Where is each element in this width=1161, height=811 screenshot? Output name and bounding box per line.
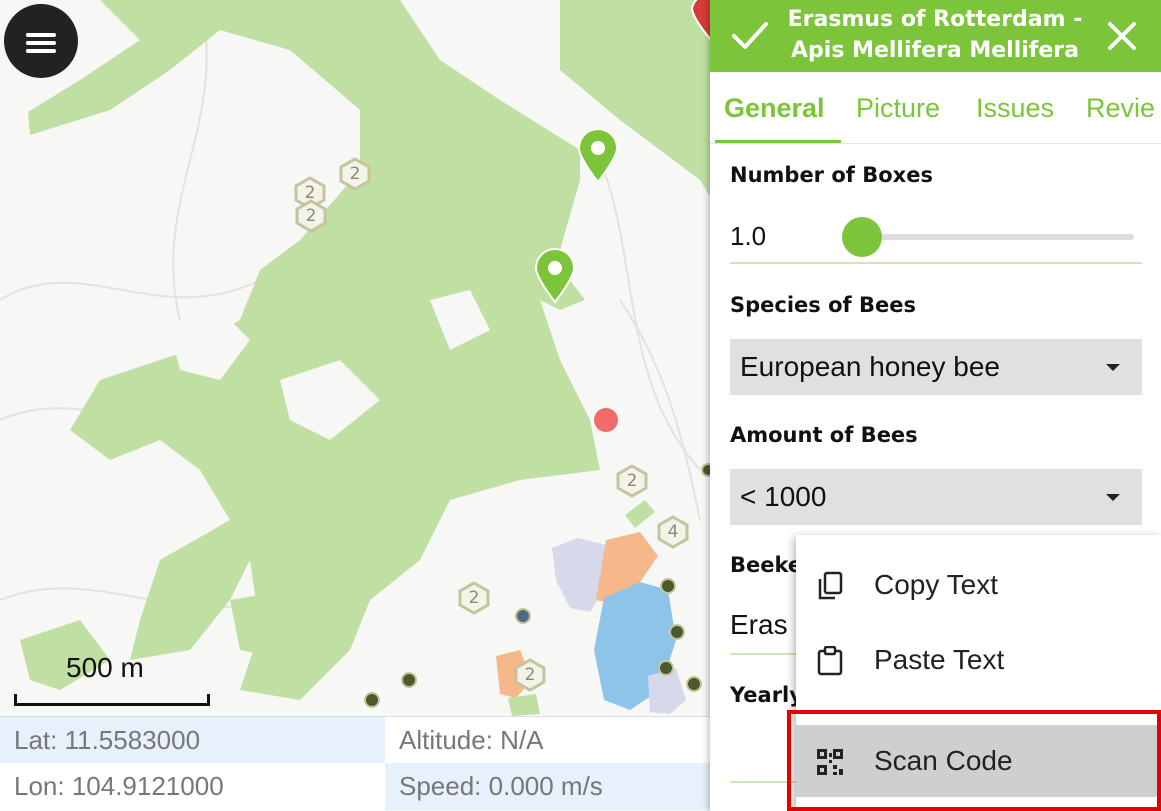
tab-general[interactable]: General: [724, 72, 825, 143]
cluster-marker[interactable]: 2: [513, 658, 547, 692]
boxes-label: Number of Boxes: [730, 163, 933, 187]
chevron-down-icon: [1106, 364, 1120, 371]
panel-title: Erasmus of Rotterdam - Apis Mellifera Me…: [780, 4, 1090, 66]
copy-icon: [816, 571, 844, 601]
species-select[interactable]: European honey bee: [730, 339, 1142, 395]
cluster-marker[interactable]: 2: [457, 581, 491, 615]
close-icon[interactable]: [1102, 16, 1142, 56]
copy-text-label: Copy Text: [874, 569, 998, 600]
cluster-marker[interactable]: 2: [615, 464, 649, 498]
altitude-readout: Altitude: N/A: [385, 716, 712, 763]
tab-issues[interactable]: Issues: [976, 72, 1054, 143]
species-label: Species of Bees: [730, 293, 916, 317]
text-context-menu: Copy Text Paste Text Scan Code: [796, 535, 1161, 811]
map-pin-icon[interactable]: [577, 128, 619, 184]
cluster-count: 2: [468, 588, 480, 608]
species-value: European honey bee: [740, 351, 1000, 382]
paste-text-item[interactable]: Paste Text: [796, 624, 1161, 696]
scale-label: 500 m: [66, 652, 144, 683]
cluster-marker[interactable]: 4: [656, 515, 690, 549]
cluster-marker[interactable]: 2: [338, 157, 372, 191]
tab-picture[interactable]: Picture: [856, 72, 940, 143]
chevron-down-icon: [1106, 494, 1120, 501]
longitude-readout: Lon: 104.9121000: [0, 763, 385, 810]
speed-readout: Speed: 0.000 m/s: [385, 763, 712, 810]
qr-code-icon: [816, 747, 844, 777]
yearly-label: Yearly: [730, 683, 803, 707]
copy-text-item[interactable]: Copy Text: [796, 549, 1161, 621]
boxes-slider-track[interactable]: [860, 234, 1134, 240]
beekeeper-label: Beeke: [730, 553, 803, 577]
boxes-value: 1.0: [730, 221, 767, 251]
boxes-underline: [730, 262, 1142, 264]
latitude-readout: Lat: 11.5583000: [0, 716, 385, 763]
panel-title-line2: Apis Mellifera Mellifera: [791, 38, 1079, 63]
cluster-marker[interactable]: 2: [294, 199, 328, 233]
amount-value: < 1000: [740, 481, 827, 512]
confirm-check-icon[interactable]: [730, 18, 770, 54]
location-status-bar: Lat: 11.5583000 Altitude: N/A Lon: 104.9…: [0, 716, 712, 811]
beekeeper-value: Eras: [730, 609, 788, 640]
scan-code-label: Scan Code: [874, 745, 1013, 776]
panel-title-line1: Erasmus of Rotterdam -: [787, 7, 1083, 32]
cluster-count: 2: [524, 665, 536, 685]
menu-button[interactable]: [4, 4, 78, 78]
panel-tabs: General Picture Issues Revie: [710, 72, 1161, 144]
cluster-count: 2: [349, 164, 361, 184]
cluster-count: 2: [626, 471, 638, 491]
panel-header: Erasmus of Rotterdam - Apis Mellifera Me…: [710, 0, 1161, 72]
amount-label: Amount of Bees: [730, 423, 918, 447]
clipboard-icon: [816, 645, 844, 676]
map-scale-bar: 500 m: [14, 652, 214, 707]
cluster-count: 2: [305, 206, 317, 226]
amount-select[interactable]: < 1000: [730, 469, 1142, 525]
paste-text-label: Paste Text: [874, 644, 1005, 675]
map-pin-icon[interactable]: [534, 248, 576, 304]
boxes-slider-thumb[interactable]: [842, 217, 882, 257]
scan-code-item[interactable]: Scan Code: [796, 725, 1161, 797]
cluster-count: 4: [667, 522, 679, 542]
tab-reviews[interactable]: Revie: [1086, 72, 1155, 143]
active-tab-indicator: [715, 140, 841, 143]
scale-bar-line: [14, 694, 210, 706]
